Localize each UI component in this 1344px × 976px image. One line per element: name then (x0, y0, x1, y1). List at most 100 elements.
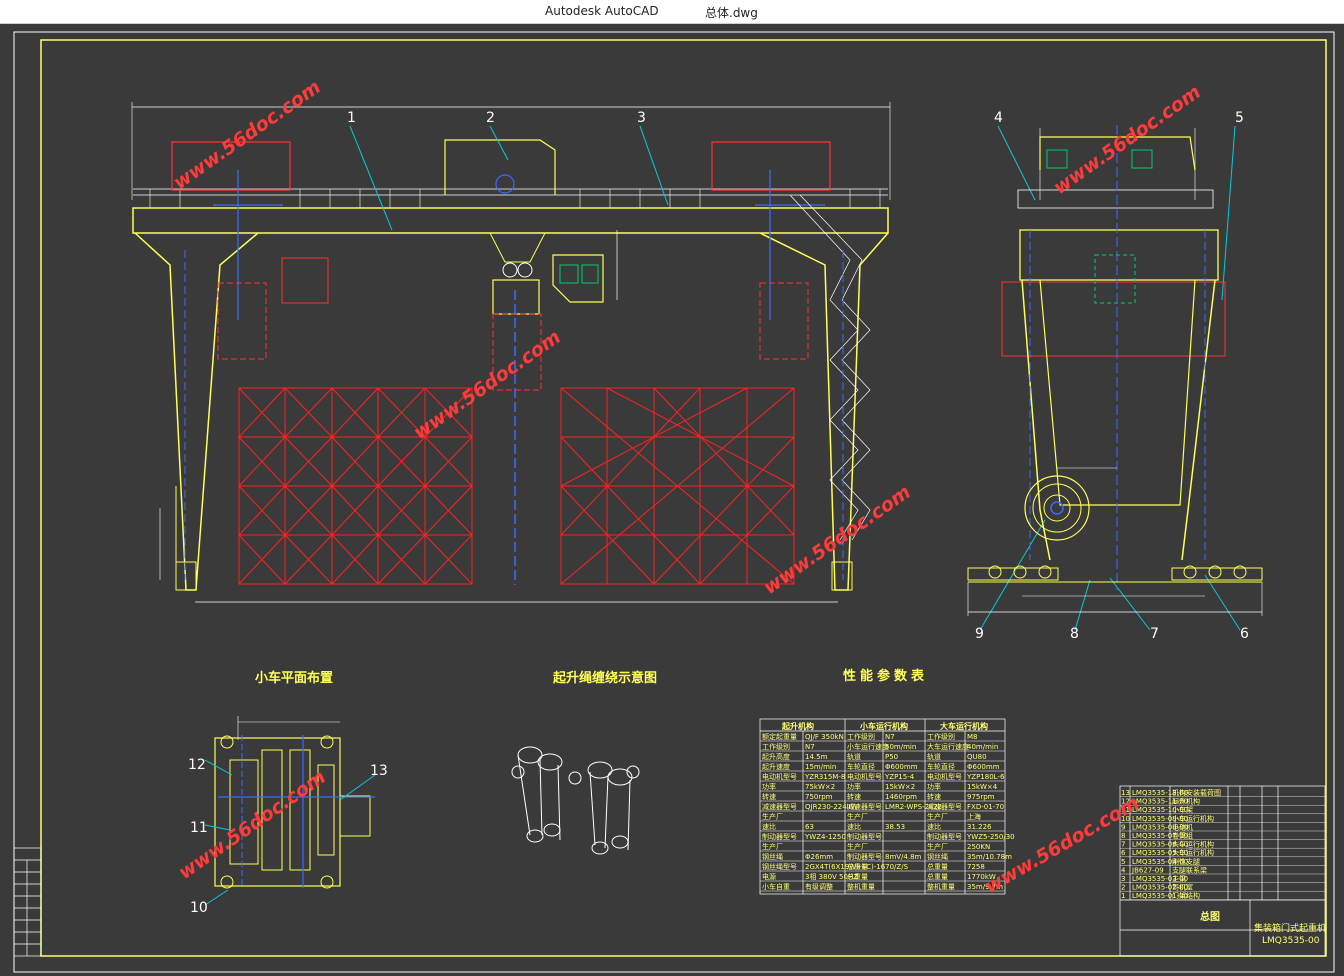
perf-cell: 工作级别 (847, 732, 875, 741)
perf-cell: 生产厂 (927, 812, 948, 821)
perf-cell: 总重量 (927, 872, 948, 881)
perf-header-hoist: 起升机构 (782, 722, 814, 731)
callout-7: 7 (1150, 626, 1159, 642)
perf-cell: YWZ5-250/30 (966, 833, 1015, 841)
perf-cell: 转速 (927, 792, 941, 801)
perf-cell: 有级调整 (805, 882, 833, 891)
title-block-name: 总图 (1200, 912, 1220, 923)
parts-cell: 9 (1121, 823, 1125, 831)
perf-cell: YZP180L-6 (966, 773, 1005, 781)
parts-cell: JB627-09 (1131, 866, 1164, 874)
callout-6: 6 (1240, 626, 1249, 642)
perf-cell: 功率 (927, 782, 941, 791)
perf-cell: Φ600mm (885, 763, 918, 771)
perf-cell: Φ600mm (967, 763, 1000, 771)
callout-13: 13 (370, 763, 388, 779)
performance-table-title: 性能参数表 (843, 669, 929, 684)
perf-cell: 15kW×4 (967, 783, 998, 791)
parts-cell: 3 (1121, 875, 1125, 883)
perf-cell: 50m/min (885, 743, 916, 751)
perf-cell: FXD-01-70 (967, 803, 1004, 811)
perf-cell: 38.53 (885, 823, 905, 831)
parts-cell: 门架结构 (1172, 891, 1200, 900)
perf-cell: 车轮直径 (927, 762, 955, 771)
perf-cell: 工作级别 (762, 742, 790, 751)
parts-cell: 1 (1121, 892, 1125, 900)
title-bar: Autodesk AutoCAD 总体.dwg (0, 0, 1344, 24)
callout-9: 9 (975, 626, 984, 642)
callout-4: 4 (994, 110, 1003, 126)
perf-cell: N7 (885, 733, 895, 741)
perf-cell: 电动机型号 (927, 772, 962, 781)
perf-cell: N7 (805, 743, 815, 751)
perf-cell: 起升高度 (762, 752, 790, 761)
perf-cell: 8mV/4.8m (885, 853, 922, 861)
parts-cell: 主梁 (1172, 874, 1186, 883)
callout-12: 12 (188, 757, 206, 773)
perf-cell: 电源 (762, 872, 776, 881)
perf-cell: QU80 (967, 753, 987, 761)
perf-cell: 250KN (967, 843, 990, 851)
perf-cell: 速比 (762, 822, 776, 831)
parts-cell: 小车运行机构 (1172, 814, 1214, 823)
perf-cell: 速比 (847, 822, 861, 831)
perf-cell: P50 (885, 753, 898, 761)
perf-cell: 钢丝绳 (927, 852, 948, 861)
perf-cell: 整机重量 (847, 882, 875, 891)
document-name[interactable]: 总体.dwg (705, 4, 758, 21)
gantry-side-view (967, 125, 1263, 616)
perf-cell: 750rpm (805, 793, 833, 801)
perf-cell: 小车运行速度 (847, 742, 889, 751)
perf-cell: 车轮直径 (847, 762, 875, 771)
performance-table-rows: 额定起重量 QJ/F 350kN 工作级别 N7 工作级别 M8工作级别 N7 小车运行速度5… (760, 732, 1015, 892)
perf-cell: 钢丝绳 (762, 852, 783, 861)
perf-cell: 上海 (967, 812, 981, 821)
perf-cell: 15m/min (805, 763, 836, 771)
title-block-product: 集装箱门式起重机 (1254, 924, 1327, 934)
parts-cell: 2 (1121, 884, 1125, 892)
perf-cell: 轨道 (927, 752, 941, 761)
perf-cell: 制动器型号 (927, 832, 962, 841)
parts-cell: 机构安装载荷图 (1172, 788, 1221, 797)
rope-reeving-diagram (511, 746, 640, 855)
parts-cell: 大车运行机构 (1172, 840, 1214, 849)
perf-cell: 整机重量 (927, 882, 955, 891)
perf-cell: 14.5m (805, 753, 828, 761)
perf-cell: 工作级别 (927, 732, 955, 741)
parts-cell: 6 (1121, 849, 1126, 857)
perf-cell: 63 (805, 823, 814, 831)
perf-cell: 生产厂 (927, 842, 948, 851)
perf-cell: 31.226 (967, 823, 992, 831)
parts-list-rows: 13 LMQ3535-13-00机构安装载荷图12 LMQ3535-11-00起升机… (1120, 788, 1325, 900)
perf-cell: 生产厂 (847, 812, 868, 821)
drawing-canvas[interactable]: 额定起重量 QJ/F 350kN 工作级别 N7 工作级别 M8 工作级别 N7 小车运行速度 5… (0, 24, 1344, 976)
perf-cell: 制动器型号 (847, 852, 882, 861)
perf-header-trolley: 小车运行机构 (860, 722, 908, 731)
parts-cell: 5 (1121, 858, 1125, 866)
callout-10: 10 (190, 900, 208, 916)
perf-cell: QJ/F 350kN (805, 733, 844, 741)
ladder (789, 194, 871, 541)
perf-cell: 75kW×2 (805, 783, 835, 791)
perf-cell: 起升速度 (762, 762, 790, 771)
perf-cell: 生产厂 (762, 842, 783, 851)
perf-cell: 7258 (967, 863, 985, 871)
perf-cell: 40m/min (967, 743, 998, 751)
parts-cell: 起升机构 (1172, 797, 1200, 806)
perf-cell: 减速器型号 (927, 802, 962, 811)
perf-cell: 975rpm (967, 793, 995, 801)
perf-cell: 功率 (762, 782, 776, 791)
app-name: Autodesk AutoCAD (545, 4, 659, 18)
perf-cell: M8 (967, 733, 978, 741)
perf-cell: 制动器型号 (762, 832, 797, 841)
parts-cell: 4 (1121, 866, 1126, 874)
parts-cell: 7 (1121, 841, 1125, 849)
callout-8: 8 (1070, 626, 1079, 642)
parts-cell: 支腿联系梁 (1172, 865, 1207, 874)
parts-cell: 大车运行机构 (1172, 848, 1214, 857)
parts-cell: 卷筒组 (1172, 831, 1193, 840)
revision-table (13, 847, 42, 957)
perf-cell: 减速器型号 (762, 802, 797, 811)
parts-cell: 小车架 (1172, 805, 1193, 814)
parts-cell: 8 (1121, 832, 1125, 840)
